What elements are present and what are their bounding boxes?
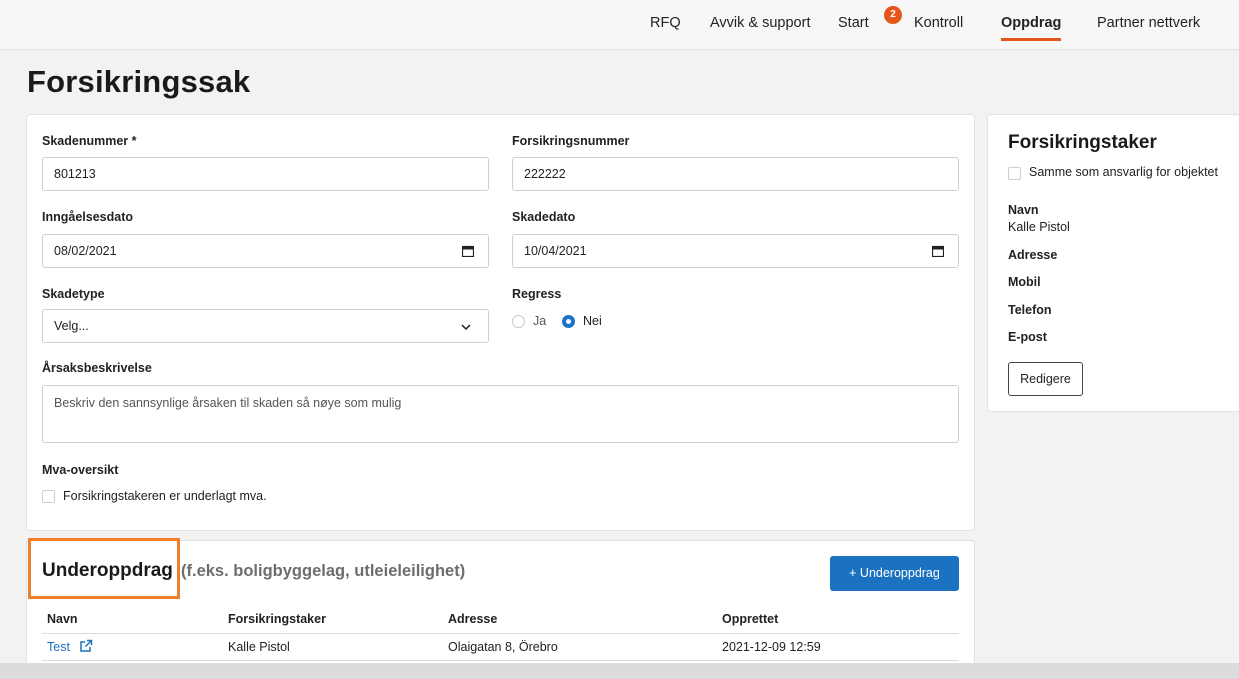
bottom-scroll-area bbox=[0, 663, 1239, 679]
nav-rfq[interactable]: RFQ bbox=[650, 15, 681, 31]
active-tab-indicator bbox=[1001, 38, 1062, 41]
arsaksbeskrivelse-textarea[interactable]: Beskriv den sannsynlige årsaken til skad… bbox=[42, 385, 959, 443]
top-navigation: RFQ Avvik & support Start 2 Kontroll Opp… bbox=[0, 0, 1239, 50]
column-header-adresse[interactable]: Adresse bbox=[448, 612, 497, 626]
skadedato-label: Skadedato bbox=[512, 210, 576, 224]
redigere-button[interactable]: Redigere bbox=[1008, 362, 1083, 396]
mva-checkbox-label: Forsikringstakeren er underlagt mva. bbox=[63, 489, 267, 503]
skadenummer-label: Skadenummer * bbox=[42, 134, 137, 148]
mobil-label: Mobil bbox=[1008, 275, 1041, 289]
mva-oversikt-label: Mva-oversikt bbox=[42, 463, 119, 477]
nav-oppdrag-label: Oppdrag bbox=[1001, 15, 1062, 31]
skadedato-input[interactable]: 10/04/2021 bbox=[512, 234, 959, 268]
nav-start[interactable]: Start bbox=[838, 15, 869, 31]
navn-label: Navn bbox=[1008, 203, 1039, 217]
column-header-forsikringstaker[interactable]: Forsikringstaker bbox=[228, 612, 326, 626]
column-header-navn[interactable]: Navn bbox=[47, 612, 78, 626]
row-forsikringstaker: Kalle Pistol bbox=[228, 640, 290, 654]
column-header-opprettet[interactable]: Opprettet bbox=[722, 612, 778, 626]
forsikringsnummer-input[interactable]: 222222 bbox=[512, 157, 959, 191]
same-as-responsible-checkbox[interactable] bbox=[1008, 167, 1021, 180]
external-link-icon[interactable] bbox=[79, 639, 93, 653]
row-adresse: Olaigatan 8, Örebro bbox=[448, 640, 558, 654]
calendar-icon[interactable] bbox=[462, 245, 474, 257]
chevron-down-icon bbox=[461, 324, 471, 331]
regress-nei-radio[interactable] bbox=[562, 315, 575, 328]
forsikringsnummer-label: Forsikringsnummer bbox=[512, 134, 630, 148]
regress-ja-label: Ja bbox=[533, 314, 547, 328]
regress-label: Regress bbox=[512, 287, 562, 301]
same-as-responsible-label: Samme som ansvarlig for objektet bbox=[1029, 165, 1218, 179]
skadetype-selected-value: Velg... bbox=[54, 319, 89, 333]
inngaelsesdato-input[interactable]: 08/02/2021 bbox=[42, 234, 489, 268]
epost-label: E-post bbox=[1008, 330, 1047, 344]
underoppdrag-subtitle: (f.eks. boligbyggelag, utleieleilighet) bbox=[181, 562, 466, 580]
telefon-label: Telefon bbox=[1008, 303, 1052, 317]
skadenummer-input[interactable]: 801213 bbox=[42, 157, 489, 191]
row-opprettet: 2021-12-09 12:59 bbox=[722, 640, 821, 654]
adresse-label: Adresse bbox=[1008, 248, 1058, 262]
nav-oppdrag[interactable]: Oppdrag bbox=[1001, 15, 1062, 41]
skadedato-value: 10/04/2021 bbox=[524, 244, 587, 258]
add-underoppdrag-button[interactable]: + Underoppdrag bbox=[830, 556, 959, 591]
page-title: Forsikringssak bbox=[27, 64, 251, 99]
underoppdrag-title: Underoppdrag bbox=[42, 560, 173, 581]
nav-partner-nettverk[interactable]: Partner nettverk bbox=[1097, 15, 1200, 31]
calendar-icon[interactable] bbox=[932, 245, 944, 257]
arsaksbeskrivelse-placeholder: Beskriv den sannsynlige årsaken til skad… bbox=[54, 396, 402, 410]
nav-kontroll[interactable]: Kontroll bbox=[914, 15, 963, 31]
skadenummer-value: 801213 bbox=[54, 167, 96, 181]
nav-avvik-support[interactable]: Avvik & support bbox=[710, 15, 810, 31]
skadetype-label: Skadetype bbox=[42, 287, 105, 301]
row-name-link[interactable]: Test bbox=[47, 640, 70, 654]
arsaksbeskrivelse-label: Årsaksbeskrivelse bbox=[42, 361, 152, 375]
forsikringstaker-title: Forsikringstaker bbox=[1008, 132, 1157, 153]
table-row-divider bbox=[42, 660, 959, 661]
regress-ja-radio[interactable] bbox=[512, 315, 525, 328]
table-header-divider bbox=[42, 633, 959, 634]
inngaelsesdato-label: Inngåelsesdato bbox=[42, 210, 133, 224]
mva-checkbox[interactable] bbox=[42, 490, 55, 503]
notification-badge: 2 bbox=[884, 6, 902, 24]
regress-nei-label: Nei bbox=[583, 314, 602, 328]
navn-value: Kalle Pistol bbox=[1008, 220, 1070, 234]
skadetype-select[interactable]: Velg... bbox=[42, 309, 489, 343]
inngaelsesdato-value: 08/02/2021 bbox=[54, 244, 117, 258]
forsikringsnummer-value: 222222 bbox=[524, 167, 566, 181]
